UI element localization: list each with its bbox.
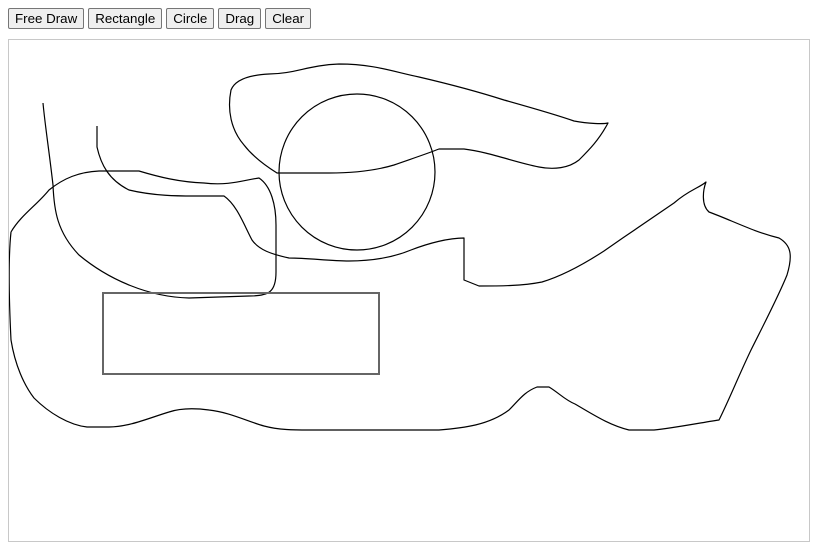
free-draw-button[interactable]: Free Draw (8, 8, 85, 29)
drawing-canvas[interactable] (8, 39, 810, 542)
rectangle-shape[interactable] (102, 292, 380, 375)
freehand-stroke-upper[interactable] (228, 63, 609, 174)
drawing-surface[interactable] (9, 40, 809, 541)
drag-button[interactable]: Drag (218, 8, 262, 29)
rectangle-button[interactable]: Rectangle (88, 8, 163, 29)
toolbar: Free Draw Rectangle Circle Drag Clear (8, 8, 315, 29)
clear-button[interactable]: Clear (265, 8, 312, 29)
circle-button[interactable]: Circle (166, 8, 215, 29)
